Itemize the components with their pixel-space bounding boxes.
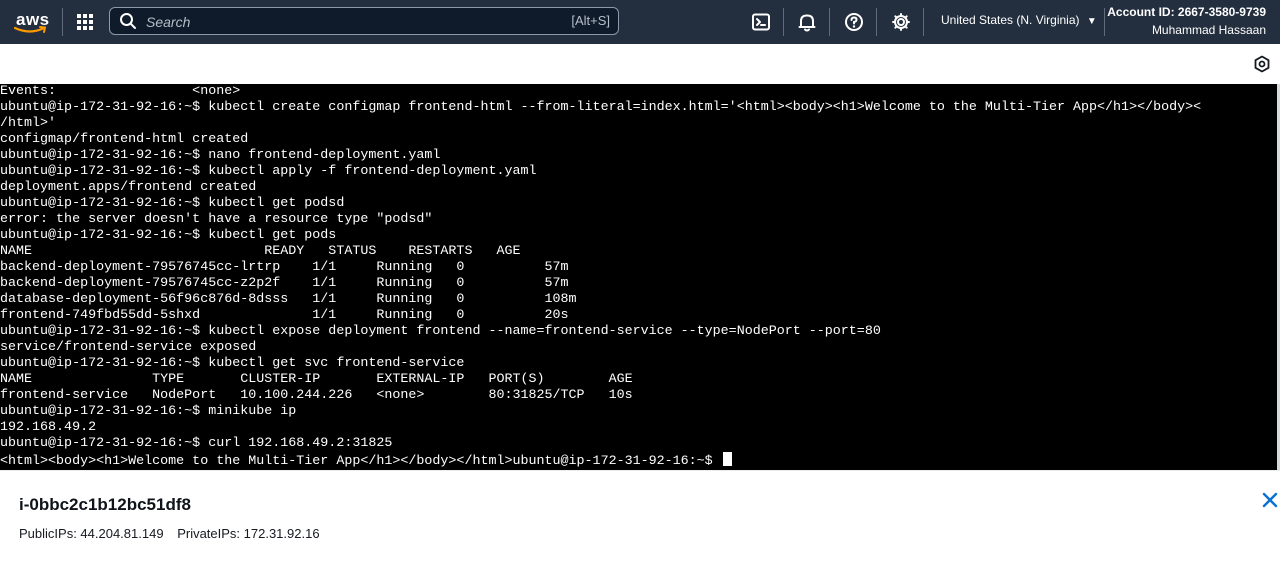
terminal-line: ubuntu@ip-172-31-92-16:~$ curl 192.168.4…	[0, 436, 393, 451]
nav-divider	[62, 8, 63, 36]
terminal-cursor	[722, 452, 732, 466]
account-menu[interactable]: Account ID: 2667-3580-9739 Muhammad Hass…	[1107, 3, 1266, 39]
nav-divider	[1104, 8, 1105, 36]
terminal-line: ubuntu@ip-172-31-92-16:~$ minikube ip	[0, 404, 297, 419]
services-grid-icon[interactable]	[74, 11, 96, 33]
caret-down-icon: ▼	[1086, 16, 1097, 27]
instance-ips: PublicIPs: 44.204.81.149 PrivateIPs: 172…	[19, 526, 330, 541]
terminal-line: database-deployment-56f96c876d-8dsss 1/1…	[0, 292, 577, 307]
terminal-output: Events: <none> ubuntu@ip-172-31-92-16:~$…	[0, 84, 1277, 470]
instance-id: i-0bbc2c1b12bc51df8	[19, 495, 191, 514]
terminal-line: service/frontend-service exposed	[0, 340, 257, 355]
terminal-line: frontend-service NodePort 10.100.244.226…	[0, 388, 633, 403]
terminal-line: ubuntu@ip-172-31-92-16:~$ kubectl expose…	[0, 324, 881, 339]
aws-logo[interactable]: aws	[12, 8, 52, 36]
terminal-line: ubuntu@ip-172-31-92-16:~$ kubectl apply …	[0, 164, 537, 179]
terminal-line: Events: <none>	[0, 84, 241, 99]
nav-divider	[783, 8, 784, 36]
terminal-line: ubuntu@ip-172-31-92-16:~$ kubectl create…	[0, 100, 1202, 115]
nav-divider	[923, 8, 924, 36]
terminal-line: configmap/frontend-html created	[0, 132, 249, 147]
terminal-line: /html>'	[0, 116, 57, 131]
region-label: United States (N. Virginia)	[941, 13, 1080, 27]
terminal-line: backend-deployment-79576745cc-z2p2f 1/1 …	[0, 276, 569, 291]
help-icon[interactable]	[843, 11, 865, 33]
terminal-window[interactable]: Events: <none> ubuntu@ip-172-31-92-16:~$…	[0, 84, 1277, 470]
terminal-line: backend-deployment-79576745cc-lrtrp 1/1 …	[0, 260, 569, 275]
search-input[interactable]	[144, 11, 528, 33]
terminal-line: ubuntu@ip-172-31-92-16:~$ nano frontend-…	[0, 148, 441, 163]
aws-smile-icon	[14, 26, 47, 33]
terminal-line: deployment.apps/frontend created	[0, 180, 257, 195]
terminal-line: ubuntu@ip-172-31-92-16:~$ kubectl get sv…	[0, 356, 465, 371]
public-ips: PublicIPs: 44.204.81.149	[19, 526, 164, 541]
terminal-line: ubuntu@ip-172-31-92-16:~$ kubectl get po…	[0, 228, 337, 243]
instance-info-panel: i-0bbc2c1b12bc51df8 PublicIPs: 44.204.81…	[0, 470, 1280, 565]
user-name: Muhammad Hassaan	[1151, 23, 1266, 37]
private-ips: PrivateIPs: 172.31.92.16	[177, 526, 320, 541]
terminal-line: NAME TYPE CLUSTER-IP EXTERNAL-IP PORT(S)…	[0, 372, 633, 387]
cloudshell-icon[interactable]	[750, 11, 772, 33]
bell-icon[interactable]	[796, 11, 818, 33]
terminal-line: NAME READY STATUS RESTARTS AGE	[0, 244, 521, 259]
nav-divider	[829, 8, 830, 36]
search-shortcut-hint: [Alt+S]	[571, 13, 610, 28]
nav-divider	[876, 8, 877, 36]
terminal-line: error: the server doesn't have a resourc…	[0, 212, 433, 227]
top-navigation-bar: aws [Alt+S]	[0, 0, 1280, 44]
settings-hexagon-icon[interactable]	[1253, 55, 1271, 73]
terminal-line: 192.168.49.2	[0, 420, 97, 435]
close-icon[interactable]	[1261, 491, 1279, 509]
search-icon	[119, 12, 137, 35]
terminal-line: ubuntu@ip-172-31-92-16:~$ kubectl get po…	[0, 196, 345, 211]
region-selector[interactable]: United States (N. Virginia) ▼	[941, 13, 1097, 27]
search-box[interactable]: [Alt+S]	[109, 7, 619, 35]
terminal-line: <html><body><h1>Welcome to the Multi-Tie…	[0, 454, 721, 469]
terminal-toolbar	[0, 44, 1280, 84]
gear-icon[interactable]	[890, 11, 912, 33]
terminal-line: frontend-749fbd55dd-5shxd 1/1 Running 0 …	[0, 308, 569, 323]
account-id: Account ID: 2667-3580-9739	[1107, 5, 1266, 19]
